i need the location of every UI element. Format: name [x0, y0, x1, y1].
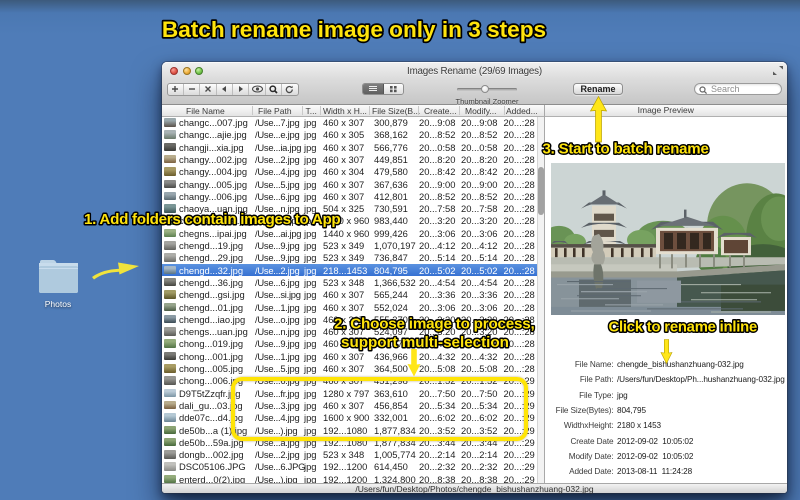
svg-text:Batch rename image only in 3 s: Batch rename image only in 3 steps — [162, 17, 546, 42]
svg-text:2. Choose image to process,: 2. Choose image to process, — [334, 316, 535, 333]
svg-text:Click to rename inline: Click to rename inline — [609, 320, 758, 336]
svg-text:3. Start to batch rename: 3. Start to batch rename — [543, 141, 709, 158]
svg-text:support multi-selection: support multi-selection — [341, 334, 509, 351]
svg-text:1. Add folders contain images: 1. Add folders contain images to App — [84, 211, 340, 228]
